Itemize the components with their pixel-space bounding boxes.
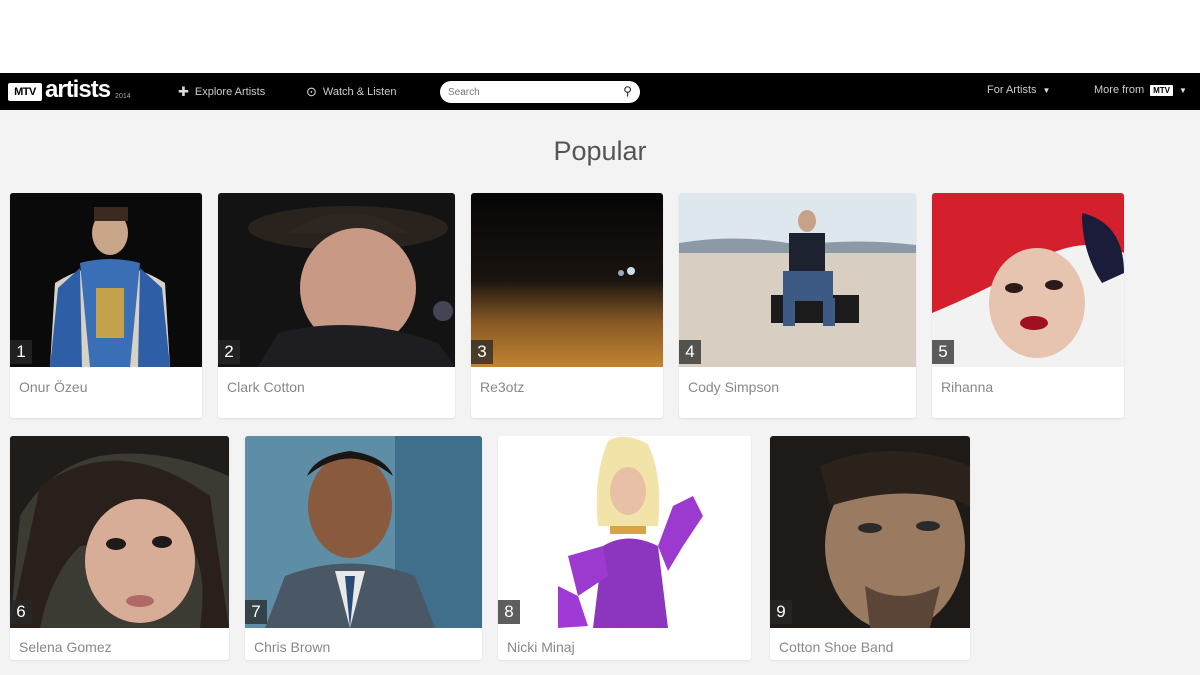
rank-badge: 5	[932, 340, 954, 364]
mtv-brand-badge: MTV	[1150, 84, 1174, 96]
search-icon[interactable]: ⚲	[623, 84, 632, 98]
artist-photo	[498, 436, 751, 628]
rank-badge: 4	[679, 340, 701, 364]
artist-name: Nicki Minaj	[507, 639, 575, 655]
artist-card-9[interactable]: 9 Cotton Shoe Band	[770, 436, 970, 660]
mtv-logo-mark: MTV	[8, 83, 42, 101]
artist-name: Cotton Shoe Band	[779, 639, 894, 655]
chevron-down-icon: ▼	[1042, 85, 1051, 95]
rank-badge: 2	[218, 340, 240, 364]
artist-card-5[interactable]: 5 Rihanna	[932, 193, 1124, 418]
play-circle-icon: ⊙	[306, 84, 317, 99]
plus-icon: ✚	[178, 84, 189, 99]
artist-card-7[interactable]: 7 Chris Brown	[245, 436, 482, 660]
artist-photo	[10, 193, 202, 367]
search-input[interactable]	[448, 86, 608, 98]
artist-photo	[245, 436, 482, 628]
artist-photo	[471, 193, 663, 367]
for-artists-label: For Artists	[987, 84, 1037, 96]
artist-card-1[interactable]: 1 Onur Özeu	[10, 193, 202, 418]
top-navbar: MTV artists 2014 ✚ Explore Artists ⊙ Wat…	[0, 73, 1200, 110]
artist-name: Chris Brown	[254, 639, 331, 655]
logo-year: 2014	[115, 93, 131, 100]
artist-name: Selena Gomez	[19, 639, 112, 655]
rank-badge: 7	[245, 600, 267, 624]
artist-card-2[interactable]: 2 Clark Cotton	[218, 193, 455, 418]
artist-name: Re3otz	[480, 379, 525, 395]
more-from-dropdown[interactable]: More from MTV ▼	[1094, 84, 1187, 96]
rank-badge: 1	[10, 340, 32, 364]
explore-artists-link[interactable]: ✚ Explore Artists	[178, 84, 265, 100]
explore-artists-label: Explore Artists	[194, 86, 266, 98]
watch-listen-label: Watch & Listen	[322, 86, 397, 98]
artist-name: Rihanna	[941, 379, 994, 395]
artist-card-6[interactable]: 6 Selena Gomez	[10, 436, 229, 660]
page: MTV artists 2014 ✚ Explore Artists ⊙ Wat…	[0, 0, 1200, 675]
artist-photo	[10, 436, 229, 628]
watch-listen-link[interactable]: ⊙ Watch & Listen	[306, 84, 396, 100]
artist-card-3[interactable]: 3 Re3otz	[471, 193, 663, 418]
artist-photo	[218, 193, 455, 367]
rank-badge: 8	[498, 600, 520, 624]
artist-photo	[679, 193, 916, 367]
more-from-label: More from	[1094, 84, 1145, 96]
chevron-down-icon: ▼	[1179, 85, 1187, 95]
rank-badge: 3	[471, 340, 493, 364]
artist-photo	[770, 436, 970, 628]
artist-card-4[interactable]: 4 Cody Simpson	[679, 193, 916, 418]
artist-name: Clark Cotton	[227, 379, 305, 395]
for-artists-dropdown[interactable]: For Artists ▼	[987, 84, 1050, 96]
search-box: ⚲	[440, 81, 640, 103]
rank-badge: 6	[10, 600, 32, 624]
site-logo[interactable]: MTV artists 2014	[8, 76, 131, 103]
artist-name: Cody Simpson	[688, 379, 780, 395]
logo-text: artists	[45, 76, 111, 103]
rank-badge: 9	[770, 600, 792, 624]
artist-card-8[interactable]: 8 Nicki Minaj	[498, 436, 751, 660]
artist-photo	[932, 193, 1124, 367]
artist-name: Onur Özeu	[19, 379, 88, 395]
page-title: Popular	[553, 136, 647, 166]
